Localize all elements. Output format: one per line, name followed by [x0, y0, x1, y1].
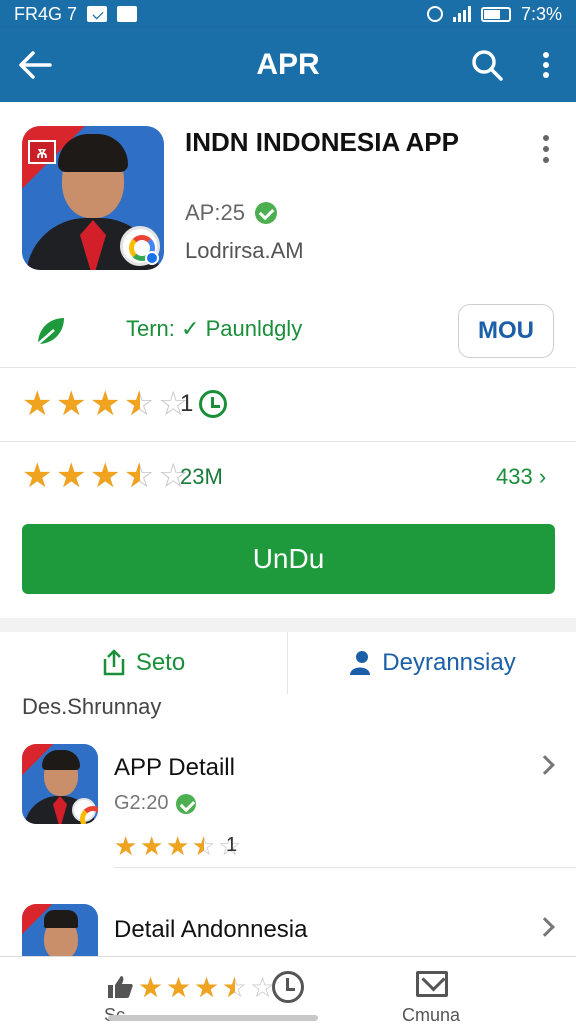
- flag-badge: Ѫ: [28, 140, 56, 164]
- star-icon: ☆★: [166, 972, 192, 1003]
- app-icon: [22, 744, 98, 824]
- more-vert-icon[interactable]: [538, 132, 554, 166]
- star-icon: ☆★: [114, 831, 138, 861]
- app-icon[interactable]: Ѫ: [22, 126, 164, 270]
- mou-button[interactable]: MOU: [458, 304, 554, 358]
- status-carrier: FR4G 7: [14, 3, 78, 24]
- section-label: Des.Shrunnay: [22, 694, 162, 719]
- verified-icon: [176, 793, 197, 814]
- download-count: 23M: [180, 464, 223, 489]
- star-icon: ☆★: [56, 457, 87, 495]
- details-section: Seto Deyrannsiay Des.Shrunnay APP Detail…: [0, 632, 576, 980]
- app-version: AP:25: [185, 200, 277, 226]
- home-indicator: [108, 1015, 318, 1021]
- rating-count: 1: [180, 390, 228, 418]
- star-icon: ☆★: [22, 385, 53, 423]
- signal-icon: [452, 6, 471, 22]
- star-icon: ☆★: [56, 385, 87, 423]
- leaf-icon: [37, 318, 64, 345]
- tab-label: Seto: [135, 649, 186, 676]
- bottom-nav: ☆★☆★☆★☆★☆★ Sc Cmuna: [0, 956, 576, 1024]
- star-icon: ☆★: [166, 831, 190, 861]
- thumb-up-icon[interactable]: [106, 975, 134, 999]
- list-item-title: Detail Andonnesia: [114, 916, 308, 943]
- tab-seto[interactable]: Seto: [0, 632, 288, 694]
- chevron-right-icon: [535, 917, 555, 937]
- divider: [114, 867, 576, 868]
- battery-icon: [480, 6, 511, 22]
- list-item-version: G2:20: [114, 792, 169, 814]
- star-icon: ☆★: [138, 972, 164, 1003]
- tab-bar: Seto Deyrannsiay: [0, 632, 576, 694]
- star-icon: ☆★: [22, 457, 53, 495]
- tab-deyrannsiay[interactable]: Deyrannsiay: [288, 632, 576, 694]
- more-vert-icon[interactable]: [536, 48, 556, 82]
- list-item[interactable]: Detail Andonnesia: [0, 888, 576, 980]
- clock-icon[interactable]: [272, 971, 304, 1003]
- clock-icon: [199, 390, 228, 418]
- star-icon: ☆★: [90, 385, 121, 423]
- star-icon: ☆★: [90, 457, 121, 495]
- app-card: Ѫ INDN INDONESIA APP AP:25 Lodrirsa.AM T…: [0, 102, 576, 618]
- app-bar: APR: [0, 28, 576, 102]
- rating-row: ☆★☆★☆★☆★☆★ 1: [0, 368, 576, 442]
- download-button[interactable]: UnDu: [22, 524, 555, 594]
- star-icon: ☆★: [124, 457, 155, 495]
- list-item-title: APP Detaill: [114, 754, 235, 781]
- rating-count-value: 1: [180, 390, 194, 417]
- verified-icon: [254, 202, 277, 224]
- nav-rating-stars: ☆★☆★☆★☆★☆★: [138, 972, 276, 1003]
- star-icon: ☆★: [222, 972, 248, 1003]
- star-icon: ☆★: [124, 385, 155, 423]
- rating-row-2[interactable]: ☆★☆★☆★☆★☆★ 23M 433 ›: [0, 442, 576, 512]
- list-rating-count: 1: [226, 834, 238, 856]
- list-item-subtitle: G2:20: [114, 792, 197, 815]
- search-icon[interactable]: [470, 48, 504, 82]
- alarm-icon: [426, 6, 443, 22]
- google-icon: [120, 226, 160, 266]
- promo-row: Tern: ✓ Paunldgly MOU: [0, 298, 576, 368]
- star-icon: ☆★: [140, 831, 164, 861]
- google-icon: [72, 798, 98, 824]
- reviews-link[interactable]: 433 ›: [496, 464, 546, 490]
- star-icon: ☆★: [192, 831, 216, 861]
- chevron-right-icon: [535, 755, 555, 775]
- user-icon: [350, 651, 371, 675]
- list-item[interactable]: APP Detaill G2:20 ☆★☆★☆★☆★☆★ 1: [0, 728, 576, 868]
- star-icon: ☆★: [194, 972, 220, 1003]
- mail-icon: [87, 6, 108, 22]
- promo-text: Tern: ✓ Paunldgly: [126, 316, 303, 341]
- version-text: AP:25: [185, 200, 245, 225]
- rating-stars: ☆★☆★☆★☆★☆★: [22, 385, 190, 423]
- notification-icon: [117, 6, 138, 22]
- tab-label: Deyrannsiay: [382, 649, 516, 676]
- rating-stars-2: ☆★☆★☆★☆★☆★: [22, 457, 190, 495]
- nav-label-cmuna[interactable]: Cmuna: [402, 1005, 460, 1024]
- developer-name[interactable]: Lodrirsa.AM: [185, 238, 304, 264]
- share-icon: [103, 649, 125, 676]
- mail-icon[interactable]: [416, 971, 448, 997]
- arrow-left-icon[interactable]: [18, 50, 52, 80]
- status-time: 7:3%: [520, 3, 562, 24]
- status-bar: FR4G 7 7:3%: [0, 0, 576, 28]
- app-title: INDN INDONESIA APP: [185, 127, 459, 157]
- list-rating-stars: ☆★☆★☆★☆★☆★: [114, 831, 242, 861]
